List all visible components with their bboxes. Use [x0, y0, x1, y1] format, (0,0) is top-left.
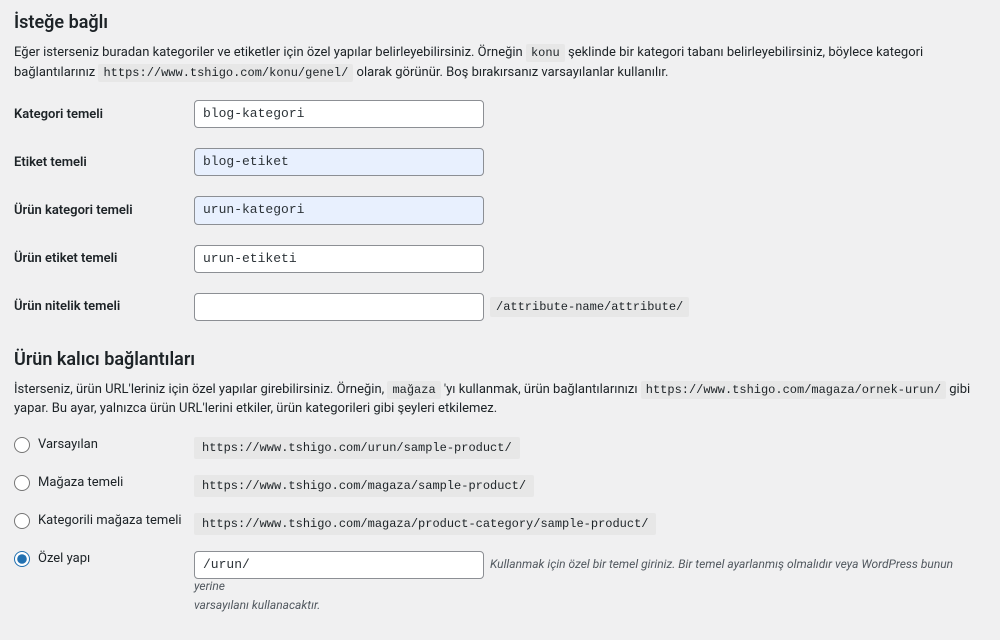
- permalink-custom-radio[interactable]: [14, 551, 30, 567]
- product-tag-base-label: Ürün etiket temeli: [14, 251, 194, 266]
- tag-base-label: Etiket temeli: [14, 155, 194, 170]
- category-base-row: Kategori temeli: [14, 100, 986, 128]
- optional-description: Eğer isterseniz buradan kategoriler ve e…: [14, 43, 986, 82]
- permalink-default-radio[interactable]: [14, 437, 30, 453]
- tag-base-row: Etiket temeli: [14, 148, 986, 176]
- permalink-custom-hint2: varsayılanı kullanacaktır.: [194, 598, 986, 612]
- product-tag-base-input[interactable]: [194, 245, 484, 273]
- product-category-base-row: Ürün kategori temeli: [14, 196, 986, 224]
- permalink-custom-input[interactable]: [194, 551, 484, 579]
- permalink-shop-cat-row: Kategorili mağaza temeli https://www.tsh…: [14, 513, 986, 535]
- example-code-url: https://www.tshigo.com/konu/genel/: [98, 64, 353, 82]
- example-code-shop-url: https://www.tshigo.com/magaza/ornek-urun…: [641, 381, 946, 399]
- product-category-base-input[interactable]: [194, 196, 484, 224]
- permalink-shop-label[interactable]: Mağaza temeli: [38, 475, 123, 490]
- product-attribute-base-label: Ürün nitelik temeli: [14, 299, 194, 314]
- category-base-label: Kategori temeli: [14, 107, 194, 122]
- permalink-shop-cat-radio[interactable]: [14, 513, 30, 529]
- permalink-shop-example: https://www.tshigo.com/magaza/sample-pro…: [194, 475, 534, 497]
- optional-heading: İsteğe bağlı: [14, 12, 986, 33]
- permalink-shop-row: Mağaza temeli https://www.tshigo.com/mag…: [14, 475, 986, 497]
- permalink-default-row: Varsayılan https://www.tshigo.com/urun/s…: [14, 437, 986, 459]
- permalink-shop-cat-label[interactable]: Kategorili mağaza temeli: [38, 513, 182, 528]
- example-code-topic: konu: [526, 44, 565, 62]
- tag-base-input[interactable]: [194, 148, 484, 176]
- product-attribute-base-input[interactable]: [194, 293, 484, 321]
- category-base-input[interactable]: [194, 100, 484, 128]
- permalink-custom-row: Özel yapı Kullanmak için özel bir temel …: [14, 551, 986, 612]
- product-tag-base-row: Ürün etiket temeli: [14, 245, 986, 273]
- example-code-shop: mağaza: [387, 381, 440, 399]
- permalinks-description: İsterseniz, ürün URL'leriniz için özel y…: [14, 380, 986, 419]
- permalink-custom-label[interactable]: Özel yapı: [38, 551, 90, 566]
- permalink-default-label[interactable]: Varsayılan: [38, 437, 98, 452]
- permalink-default-example: https://www.tshigo.com/urun/sample-produ…: [194, 437, 520, 459]
- permalink-shop-cat-example: https://www.tshigo.com/magaza/product-ca…: [194, 513, 656, 535]
- permalink-shop-radio[interactable]: [14, 475, 30, 491]
- attribute-suffix: /attribute-name/attribute/: [490, 297, 689, 317]
- product-attribute-base-row: Ürün nitelik temeli /attribute-name/attr…: [14, 293, 986, 321]
- permalinks-heading: Ürün kalıcı bağlantıları: [14, 349, 986, 370]
- product-category-base-label: Ürün kategori temeli: [14, 203, 194, 218]
